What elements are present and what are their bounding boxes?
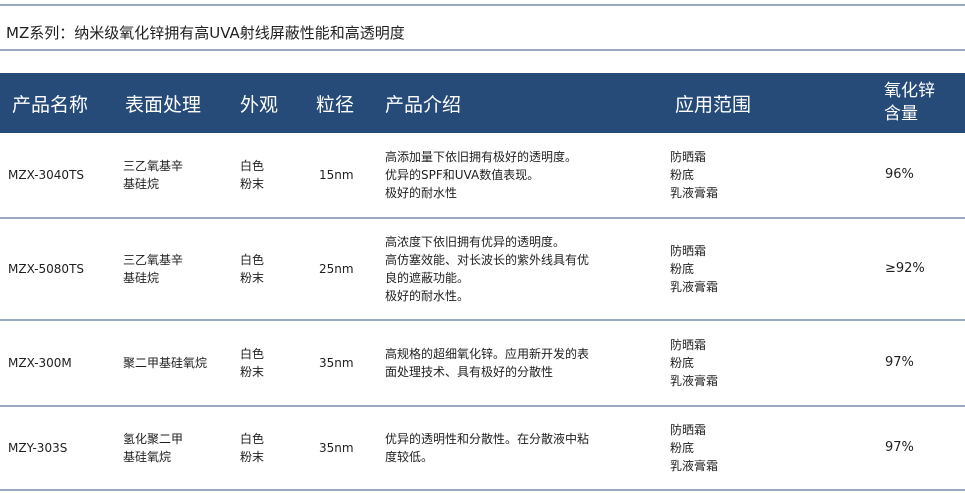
surface-treatment-line: 三乙氧基辛 [123, 253, 184, 267]
product-intro-line: 极好的耐水性 [385, 186, 458, 200]
product-intro-line: 高添加量下依旧拥有极好的透明度。 [385, 150, 578, 164]
product-name-cell: MZX-300M [8, 356, 72, 370]
top-rule [0, 4, 965, 6]
particle-size-cell: 15nm [319, 168, 354, 182]
table-row: MZX-3040TS 三乙氧基辛 基硅烷 白色 粉末 15nm 高添加量下依旧拥有极好的透明… [0, 133, 965, 219]
product-intro-line: 优异的SPF和UVA数值表现。 [385, 168, 540, 182]
surface-treatment-line: 氢化聚二甲 [123, 432, 184, 446]
zno-content-cell: 97% [885, 440, 914, 455]
appearance-cell: 白色 粉末 [240, 321, 300, 405]
product-name-cell: MZX-5080TS [8, 262, 85, 276]
appearance-line: 粉末 [240, 450, 265, 464]
header-application: 应用范围 [675, 93, 752, 116]
product-intro-line: 极好的耐水性。 [385, 289, 470, 303]
product-table: 产品名称 表面处理 外观 粒径 产品介绍 应用范围 氧化锌 含量 MZX-304… [0, 73, 965, 491]
table-row: MZX-300M 聚二甲基硅氧烷 白色粉末 35nm 高规格的超细氧化锌。应用新开发的表… [0, 321, 965, 407]
product-intro-line: 高浓度下依旧拥有优异的透明度。 [385, 235, 566, 249]
product-intro-cell: 高添加量下依旧拥有极好的透明度。 优异的SPF和UVA数值表现。 极好的耐水性 [385, 133, 635, 217]
application-range-line: 防晒霜 [670, 423, 707, 437]
appearance-cell: 白色 粉末 [240, 219, 300, 319]
zno-content-cell: ≥92% [885, 261, 925, 276]
zno-content-cell: 97% [885, 355, 914, 370]
application-range-line: 乳液膏霜 [670, 186, 719, 200]
product-intro-line: 优异的透明性和分散性。在分散液中粘 [385, 432, 590, 446]
product-intro-line: 高规格的超细氧化锌。应用新开发的表 [385, 347, 590, 361]
header-zno-line2: 含量 [884, 104, 918, 124]
surface-treatment-cell: 三乙氧基辛 基硅烷 [123, 133, 233, 217]
surface-treatment-line: 基硅烷 [123, 271, 160, 285]
appearance-line: 白色 [240, 159, 265, 173]
application-range-line: 乳液膏霜 [670, 374, 719, 388]
header-zno-line1: 氧化锌 [884, 81, 935, 101]
application-range-line: 粉底 [670, 262, 695, 276]
application-range-line: 防晒霜 [670, 244, 707, 258]
product-intro-line: 面处理技术、具有极好的分散性 [385, 365, 554, 379]
header-surface: 表面处理 [125, 93, 202, 116]
appearance-line: 白色 [240, 253, 265, 267]
surface-treatment-line: 聚二甲基硅氧烷 [123, 356, 208, 370]
zno-content-cell: 96% [885, 167, 914, 182]
header-size: 粒径 [316, 93, 355, 116]
appearance-line: 白色 [240, 347, 265, 361]
product-intro-cell: 高浓度下依旧拥有优异的透明度。高仿塞效能、对长波长的紫外线具有优 良的遮蔽功能。极… [385, 219, 635, 319]
title-rule [0, 49, 965, 51]
surface-treatment-cell: 三乙氧基辛 基硅烷 [123, 219, 233, 319]
application-range-line: 粉底 [670, 168, 695, 182]
product-intro-line: 高仿塞效能、对长波长的紫外线具有优 [385, 253, 590, 267]
product-intro-cell: 优异的透明性和分散性。在分散液中粘 度较低。 [385, 407, 635, 489]
table-row: MZX-5080TS 三乙氧基辛 基硅烷 白色 粉末 25nm 高浓度下依旧拥有优异的透明度… [0, 219, 965, 321]
surface-treatment-cell: 聚二甲基硅氧烷 [123, 321, 233, 405]
application-range-line: 防晒霜 [670, 338, 707, 352]
appearance-line: 粉末 [240, 365, 265, 379]
header-name: 产品名称 [12, 93, 89, 116]
product-intro-cell: 高规格的超细氧化锌。应用新开发的表 面处理技术、具有极好的分散性 [385, 321, 635, 405]
appearance-cell: 白色 粉末 [240, 407, 300, 489]
table-header: 产品名称 表面处理 外观 粒径 产品介绍 应用范围 氧化锌 含量 [0, 73, 965, 133]
table-row: MZY-303S 氢化聚二甲 基硅氧烷 白色 粉末 35nm 优异的透明性和分散性。在分散液… [0, 407, 965, 491]
surface-treatment-cell: 氢化聚二甲 基硅氧烷 [123, 407, 233, 489]
surface-treatment-line: 基硅氧烷 [123, 450, 172, 464]
particle-size-cell: 35nm [319, 356, 354, 370]
product-name-cell: MZY-303S [8, 441, 68, 455]
product-intro-line: 度较低。 [385, 450, 434, 464]
surface-treatment-line: 基硅烷 [123, 177, 160, 191]
application-range-line: 粉底 [670, 356, 695, 370]
surface-treatment-line: 三乙氧基辛 [123, 159, 184, 173]
application-range-cell: 防晒霜 粉底 乳液膏霜 [670, 133, 790, 217]
header-zno: 氧化锌 含量 [884, 73, 954, 133]
appearance-line: 粉末 [240, 177, 265, 191]
page-title: MZ系列：纳米级氧化锌拥有高UVA射线屏蔽性能和高透明度 [6, 24, 405, 42]
application-range-cell: 防晒霜 粉底 乳液膏霜 [670, 219, 790, 319]
application-range-cell: 防晒霜 粉底 乳液膏霜 [670, 407, 790, 489]
application-range-line: 粉底 [670, 441, 695, 455]
application-range-line: 防晒霜 [670, 150, 707, 164]
appearance-line: 白色 [240, 432, 265, 446]
application-range-line: 乳液膏霜 [670, 459, 719, 473]
particle-size-cell: 25nm [319, 262, 354, 276]
application-range-cell: 防晒霜 粉底 乳液膏霜 [670, 321, 790, 405]
particle-size-cell: 35nm [319, 441, 354, 455]
product-name-cell: MZX-3040TS [8, 168, 85, 182]
header-appearance: 外观 [240, 93, 279, 116]
appearance-cell: 白色 粉末 [240, 133, 300, 217]
appearance-line: 粉末 [240, 271, 265, 285]
application-range-line: 乳液膏霜 [670, 280, 719, 294]
header-intro: 产品介绍 [385, 93, 462, 116]
product-intro-line: 良的遮蔽功能。 [385, 271, 470, 285]
table-body: MZX-3040TS 三乙氧基辛 基硅烷 白色 粉末 15nm 高添加量下依旧拥有极好的透明… [0, 133, 965, 491]
